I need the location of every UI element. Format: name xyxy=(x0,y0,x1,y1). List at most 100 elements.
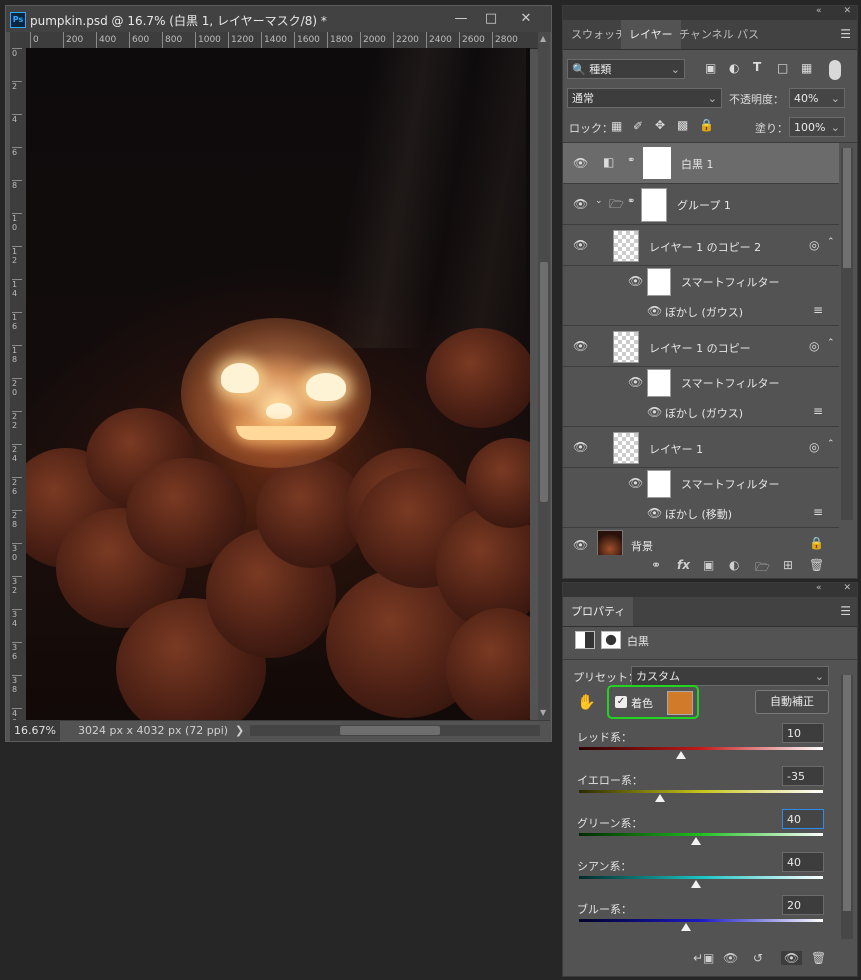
collapse-icon[interactable]: « xyxy=(816,583,844,593)
zoom-level-field[interactable]: 16.67% xyxy=(10,721,60,741)
ruler-origin[interactable] xyxy=(10,32,26,48)
lock-all-icon[interactable]: 🔒 xyxy=(699,118,714,132)
group-mask-thumbnail[interactable] xyxy=(641,188,667,222)
targeted-adjustment-hand-icon[interactable]: ✋ xyxy=(577,693,596,711)
bw-adjustment-icon[interactable] xyxy=(575,631,595,649)
layer-thumbnail[interactable] xyxy=(613,230,639,262)
slider-track[interactable] xyxy=(579,919,823,922)
panel-collapse-bar[interactable]: «✕ xyxy=(563,6,857,20)
lock-pixels-brush-icon[interactable]: ✐ xyxy=(633,119,643,133)
smart-filter-icon[interactable]: ◎ xyxy=(809,440,819,454)
vertical-scrollbar[interactable]: ▲ ▼ xyxy=(538,32,550,720)
scroll-thumb[interactable] xyxy=(843,148,851,268)
layer-name[interactable]: グループ 1 xyxy=(677,197,731,213)
ruler-vertical[interactable]: 0 2 4 6 8 1 0 1 2 1 4 1 6 1 8 2 0 2 2 2 4 2 6 2 8 3 0 3 … xyxy=(10,48,26,720)
filter-mask-thumbnail[interactable] xyxy=(647,470,671,498)
clip-to-layer-icon[interactable]: ↵▣ xyxy=(693,951,714,965)
scroll-up-arrow-icon[interactable]: ▲ xyxy=(540,34,546,43)
layer-name[interactable]: レイヤー 1 xyxy=(649,441,703,457)
shape-filter-icon[interactable]: □ xyxy=(777,61,788,75)
layer-thumbnail[interactable] xyxy=(613,432,639,464)
slider-knob[interactable] xyxy=(691,837,702,845)
group-expand-chevron-icon[interactable]: ⌄ xyxy=(595,196,603,206)
filter-blending-options-icon[interactable]: ≡ xyxy=(813,404,823,418)
tint-checkbox[interactable]: ✓ xyxy=(615,696,627,708)
slider-track[interactable] xyxy=(579,747,823,750)
lock-position-move-icon[interactable]: ✥ xyxy=(655,118,665,132)
layer-name[interactable]: ぼかし (ガウス) xyxy=(665,405,743,421)
layer-filter-select[interactable]: 🔍 種類 ⌄ xyxy=(567,59,685,79)
filter-item-row[interactable]: 👁 ぼかし (移動) ≡ xyxy=(563,499,839,528)
collapse-chevron-icon[interactable]: ⌃ xyxy=(827,439,835,449)
toggle-visibility-eye-icon[interactable]: 👁 xyxy=(781,951,803,965)
visibility-eye-icon[interactable]: 👁 xyxy=(647,506,662,520)
slider-knob[interactable] xyxy=(681,923,692,931)
layer-name[interactable]: ぼかし (移動) xyxy=(665,506,732,522)
visibility-eye-icon[interactable]: 👁 xyxy=(573,538,588,552)
view-previous-state-icon[interactable]: 👁 xyxy=(723,951,738,965)
layer-thumbnail[interactable] xyxy=(613,331,639,363)
layer-name[interactable]: 背景 xyxy=(631,538,653,554)
smart-filter-icon[interactable]: ◎ xyxy=(809,339,819,353)
delete-layer-trash-icon[interactable]: 🗑 xyxy=(809,558,824,572)
slider-value-field[interactable]: 40 xyxy=(782,852,824,872)
slider-knob[interactable] xyxy=(691,880,702,888)
auto-adjust-button[interactable]: 自動補正 xyxy=(755,690,829,714)
layer-row-group[interactable]: 👁 ⌄ 🗁 ⚭ グループ 1 xyxy=(563,184,839,225)
filter-toggle-switch[interactable] xyxy=(829,60,841,80)
layer-name[interactable]: 白黒 1 xyxy=(681,156,714,172)
minimize-button[interactable]: — xyxy=(446,9,476,29)
image-canvas[interactable] xyxy=(26,48,530,720)
panel-collapse-bar[interactable]: «✕ xyxy=(563,583,857,597)
document-titlebar[interactable]: Ps pumpkin.psd @ 16.7% (白黒 1, レイヤーマスク/8)… xyxy=(6,6,551,32)
slider-track[interactable] xyxy=(579,833,823,836)
opacity-field[interactable]: 40% ⌄ xyxy=(789,88,845,108)
visibility-eye-icon[interactable]: 👁 xyxy=(628,476,643,490)
horizontal-scrollbar[interactable] xyxy=(250,725,540,736)
filter-item-row[interactable]: 👁 ぼかし (ガウス) ≡ xyxy=(563,297,839,326)
layer-name[interactable]: スマートフィルター xyxy=(681,274,779,290)
scroll-thumb[interactable] xyxy=(540,262,548,502)
tab-properties[interactable]: プロパティ xyxy=(563,597,634,626)
type-filter-icon[interactable]: T xyxy=(753,60,761,74)
background-thumbnail[interactable] xyxy=(597,530,623,555)
link-chain-icon[interactable]: ⚭ xyxy=(627,196,635,207)
layer-row-layer1[interactable]: 👁 レイヤー 1 ◎ ⌃ xyxy=(563,427,839,468)
layer-name[interactable]: レイヤー 1 のコピー 2 xyxy=(649,239,761,255)
slider-knob[interactable] xyxy=(654,794,665,802)
panel-menu-icon[interactable]: ☰ xyxy=(840,27,851,41)
close-button[interactable]: ✕ xyxy=(511,9,541,29)
collapse-icon[interactable]: « xyxy=(816,6,844,16)
collapse-chevron-icon[interactable]: ⌃ xyxy=(827,237,835,247)
adjustment-filter-icon[interactable]: ◐ xyxy=(729,61,739,75)
slider-knob[interactable] xyxy=(676,751,687,759)
close-panel-icon[interactable]: ✕ xyxy=(843,583,857,593)
link-chain-icon[interactable]: ⚭ xyxy=(627,155,635,166)
layer-mask-thumbnail[interactable] xyxy=(643,147,671,179)
pixel-filter-icon[interactable]: ▣ xyxy=(705,61,716,75)
collapse-chevron-icon[interactable]: ⌃ xyxy=(827,338,835,348)
layer-name[interactable]: レイヤー 1 のコピー xyxy=(649,340,751,356)
status-menu-arrow-icon[interactable]: ❯ xyxy=(235,724,244,737)
tab-paths[interactable]: パス xyxy=(729,20,767,49)
visibility-eye-icon[interactable]: 👁 xyxy=(628,274,643,288)
preset-select[interactable]: カスタム ⌄ xyxy=(631,666,829,686)
slider-value-field[interactable]: -35 xyxy=(782,766,824,786)
panel-menu-icon[interactable]: ☰ xyxy=(840,604,851,618)
mask-icon[interactable] xyxy=(601,631,621,649)
visibility-eye-icon[interactable]: 👁 xyxy=(647,405,662,419)
layer-row-copy2[interactable]: 👁 レイヤー 1 のコピー 2 ◎ ⌃ xyxy=(563,225,839,266)
add-mask-icon[interactable]: ▣ xyxy=(703,558,714,572)
ruler-horizontal[interactable]: 0 200 400 600 800 1000 1200 1400 1600 1800 2000 220… xyxy=(26,32,538,49)
smart-filter-row[interactable]: 👁 スマートフィルター xyxy=(563,266,839,296)
scroll-thumb[interactable] xyxy=(843,675,851,911)
properties-scrollbar[interactable] xyxy=(841,675,853,939)
visibility-eye-icon[interactable]: 👁 xyxy=(647,304,662,318)
lock-transparency-icon[interactable]: ▦ xyxy=(611,119,622,133)
layer-name[interactable]: ぼかし (ガウス) xyxy=(665,304,743,320)
visibility-eye-icon[interactable]: 👁 xyxy=(628,375,643,389)
new-adjustment-layer-icon[interactable]: ◐ xyxy=(729,558,739,572)
slider-value-field[interactable]: 20 xyxy=(782,895,824,915)
scroll-thumb[interactable] xyxy=(340,726,440,735)
slider-value-field[interactable]: 40 xyxy=(782,809,824,829)
